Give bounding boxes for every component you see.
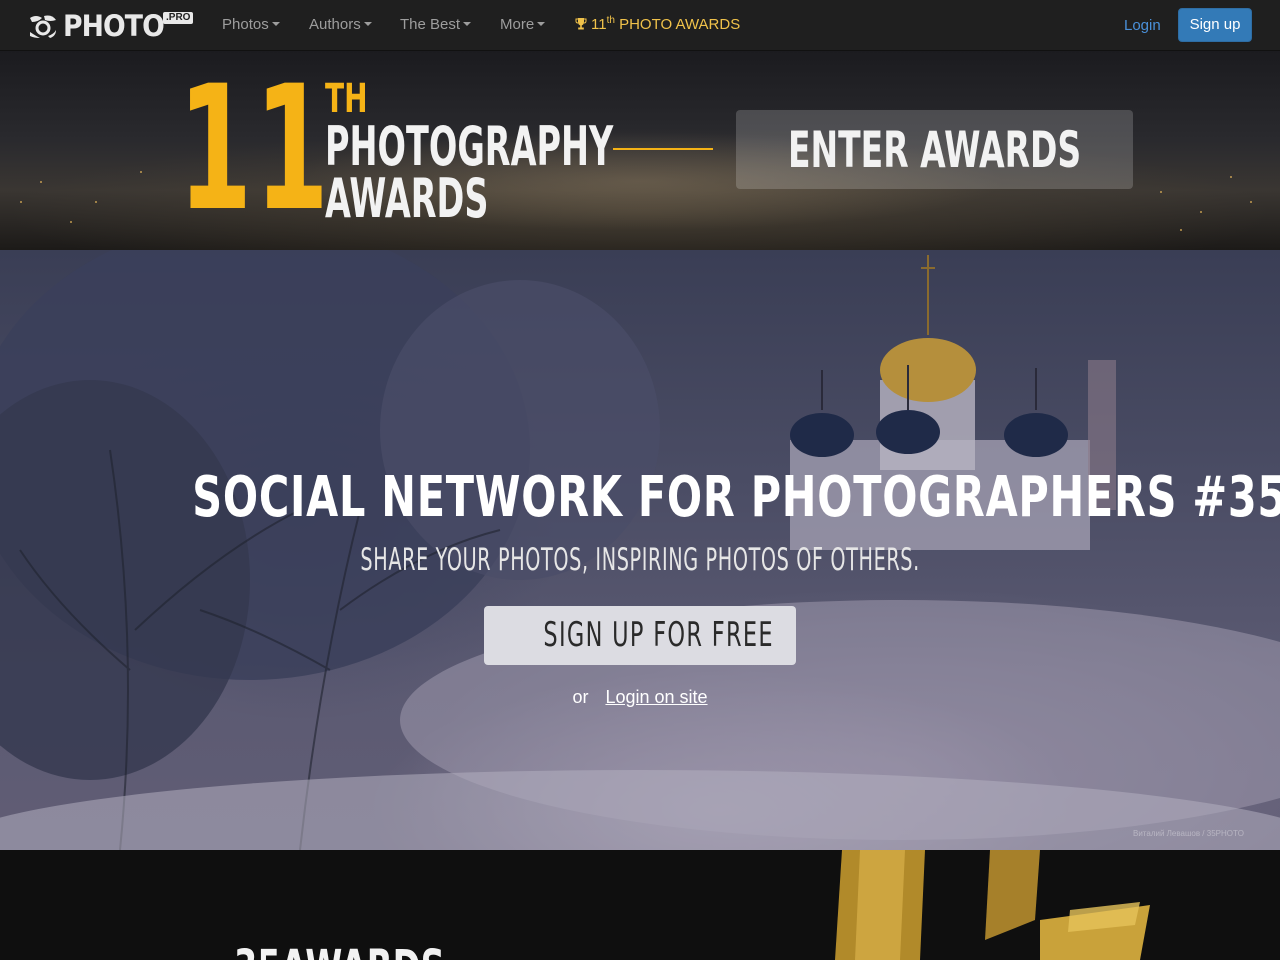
enter-awards-button[interactable]: ENTER AWARDS: [736, 110, 1133, 189]
nav-photos-dropdown[interactable]: Photos: [222, 0, 280, 50]
sign-up-free-button[interactable]: SIGN UP FOR FREE: [484, 606, 796, 665]
awards-promo-section: 35AWARDS: [0, 850, 1280, 960]
sign-up-free-label: SIGN UP FOR FREE: [543, 615, 774, 655]
nav-photo-awards-link[interactable]: 11th PHOTO AWARDS: [575, 0, 740, 50]
nav-the-best-dropdown[interactable]: The Best: [400, 0, 472, 50]
photo-credit[interactable]: Виталий Левашов / 35PHOTO: [1133, 829, 1244, 839]
top-navbar: PHOTO .PRO Photos Authors The Best More …: [0, 0, 1280, 51]
caret-down-icon: [537, 22, 546, 27]
caret-down-icon: [271, 22, 280, 27]
awards-number-large: 11: [178, 51, 332, 249]
enter-awards-label: ENTER AWARDS: [788, 121, 1082, 179]
awards-number: 11: [591, 16, 607, 33]
awards-title-line2: AWARDS: [325, 167, 489, 230]
login-link[interactable]: Login: [1124, 16, 1161, 36]
award-statuette-image: [835, 850, 1150, 960]
caret-down-icon: [463, 22, 472, 27]
logo-badge: .PRO: [163, 12, 194, 24]
camera-logo-icon: [30, 15, 56, 38]
nav-more-label: More: [500, 16, 535, 33]
nav-photos-label: Photos: [222, 16, 269, 33]
hero-title: SOCIAL NETWORK FOR PHOTOGRAPHERS #35: [0, 466, 1280, 530]
login-on-site-link[interactable]: Login on site: [605, 687, 707, 707]
gold-divider: [613, 148, 713, 150]
hero-subtitle-text: SHARE YOUR PHOTOS, INSPIRING PHOTOS OF O…: [360, 542, 920, 578]
awards-banner[interactable]: 11 TH PHOTOGRAPHY AWARDS ENTER AWARDS: [0, 51, 1280, 250]
awards-label: PHOTO AWARDS: [619, 16, 741, 33]
awards-title-line1: PHOTOGRAPHY: [325, 115, 614, 178]
awards-section-heading: 35AWARDS: [234, 944, 445, 960]
signup-button[interactable]: Sign up: [1178, 8, 1252, 42]
caret-down-icon: [363, 22, 372, 27]
site-logo[interactable]: PHOTO .PRO: [28, 9, 194, 43]
nav-authors-label: Authors: [309, 16, 361, 33]
nav-more-dropdown[interactable]: More: [500, 0, 546, 50]
nav-authors-dropdown[interactable]: Authors: [309, 0, 372, 50]
hero-title-text: SOCIAL NETWORK FOR PHOTOGRAPHERS #35: [192, 465, 1280, 530]
logo-wordmark: PHOTO: [63, 9, 165, 43]
trophy-icon: [575, 18, 587, 30]
or-text: or: [572, 687, 589, 707]
hero-section: SOCIAL NETWORK FOR PHOTOGRAPHERS #35 SHA…: [0, 250, 1280, 850]
awards-ordinal: th: [606, 15, 615, 26]
hero-subtitle: SHARE YOUR PHOTOS, INSPIRING PHOTOS OF O…: [0, 540, 1280, 580]
awards-title: PHOTOGRAPHY AWARDS: [325, 115, 614, 230]
login-alternative: or Login on site: [0, 686, 1280, 708]
nav-the-best-label: The Best: [400, 16, 461, 33]
